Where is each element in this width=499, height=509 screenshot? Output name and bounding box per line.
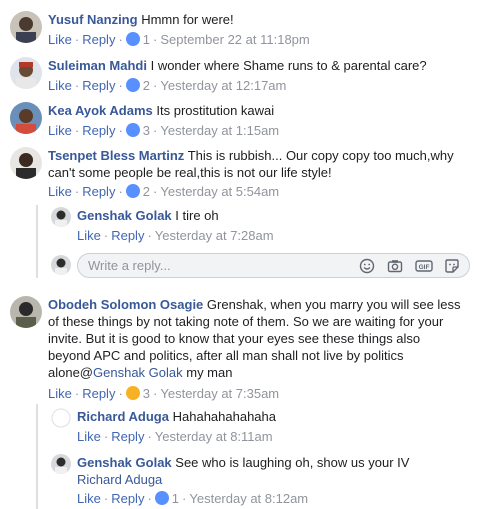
avatar[interactable] [51, 454, 71, 474]
comment-text-line: This is rubbish... Our copy copy too muc… [187, 148, 454, 163]
avatar[interactable] [51, 408, 71, 428]
comment-author[interactable]: Yusuf Nanzing [48, 12, 138, 27]
comment-text: Hahahahahahaha [172, 409, 276, 424]
like-reaction-icon[interactable] [154, 491, 169, 505]
reply-link[interactable]: Reply [82, 78, 115, 93]
comment-author[interactable]: Obodeh Solomon Osagie [48, 297, 203, 312]
emoji-icon[interactable] [359, 258, 375, 274]
comment-author[interactable]: Richard Aduga [77, 409, 169, 424]
comment-text: See who is laughing oh, show us your IV [175, 455, 410, 470]
reply-link[interactable]: Reply [111, 228, 144, 243]
like-link[interactable]: Like [48, 32, 72, 47]
comment-text-line: of these things by not taking note of th… [48, 314, 444, 329]
reply-link[interactable]: Reply [82, 32, 115, 47]
reaction-count[interactable]: 3 [143, 386, 150, 401]
comment-timestamp[interactable]: Yesterday at 1:15am [160, 123, 279, 138]
reply-thread-line [36, 205, 38, 278]
comment-timestamp[interactable]: Yesterday at 7:28am [155, 228, 274, 243]
gif-icon[interactable]: GIF [415, 258, 433, 274]
reaction-count[interactable]: 3 [143, 123, 150, 138]
reply-link[interactable]: Reply [82, 184, 115, 199]
comment-text-line: alone@ [48, 365, 94, 380]
avatar[interactable] [10, 11, 42, 43]
avatar[interactable] [10, 147, 42, 179]
avatar[interactable] [10, 296, 42, 328]
like-link[interactable]: Like [48, 184, 72, 199]
reply-input[interactable] [88, 258, 348, 273]
comment-text: Hmmn for were! [141, 12, 234, 27]
like-link[interactable]: Like [77, 491, 101, 506]
comment-timestamp[interactable]: Yesterday at 7:35am [160, 386, 279, 401]
reply-link[interactable]: Reply [111, 429, 144, 444]
like-link[interactable]: Like [48, 386, 72, 401]
like-link[interactable]: Like [48, 78, 72, 93]
like-link[interactable]: Like [48, 123, 72, 138]
comment-text-line: invite. But it is good to know that your… [48, 331, 421, 346]
reply-thread-line [36, 404, 38, 509]
avatar [51, 255, 71, 275]
sticker-icon[interactable] [444, 258, 460, 274]
reaction-count[interactable]: 1 [172, 491, 179, 506]
comment-timestamp[interactable]: Yesterday at 12:17am [160, 78, 286, 93]
comment-timestamp[interactable]: Yesterday at 5:54am [160, 184, 279, 199]
avatar[interactable] [10, 102, 42, 134]
mention-link[interactable]: Genshak Golak [93, 365, 183, 380]
comment-text: I tire oh [175, 208, 219, 223]
haha-reaction-icon[interactable] [125, 386, 140, 400]
like-reaction-icon[interactable] [125, 32, 140, 46]
like-link[interactable]: Like [77, 228, 101, 243]
like-reaction-icon[interactable] [125, 78, 140, 92]
reply-link[interactable]: Reply [111, 491, 144, 506]
like-reaction-icon[interactable] [125, 184, 140, 198]
like-link[interactable]: Like [77, 429, 101, 444]
comment-text-line: can't some people be real,this is not ou… [48, 165, 332, 180]
comment-text-line: beyond APC and politics, after all man s… [48, 348, 404, 363]
comment-author[interactable]: Tsenpet Bless Martinz [48, 148, 184, 163]
mention-link[interactable]: Richard Aduga [77, 472, 162, 487]
comment-author[interactable]: Suleiman Mahdi [48, 58, 147, 73]
reaction-count[interactable]: 1 [143, 32, 150, 47]
avatar[interactable] [10, 57, 42, 89]
reply-link[interactable]: Reply [82, 123, 115, 138]
reaction-count[interactable]: 2 [143, 184, 150, 199]
comment-timestamp[interactable]: Yesterday at 8:12am [189, 491, 308, 506]
reply-link[interactable]: Reply [82, 386, 115, 401]
comment-timestamp[interactable]: September 22 at 11:18pm [160, 32, 309, 47]
comment-timestamp[interactable]: Yesterday at 8:11am [155, 429, 273, 444]
like-reaction-icon[interactable] [125, 123, 140, 137]
comment-author[interactable]: Genshak Golak [77, 455, 172, 470]
comment-author[interactable]: Kea Ayok Adams [48, 103, 153, 118]
comment-text: I wonder where Shame runs to & parental … [150, 58, 427, 73]
camera-icon[interactable] [387, 258, 403, 274]
comment-text-line: Grenshak, when you marry you will see le… [206, 297, 461, 312]
svg-text:GIF: GIF [419, 264, 430, 271]
avatar[interactable] [51, 207, 71, 227]
reply-composer[interactable]: GIF [77, 253, 470, 278]
comment-author[interactable]: Genshak Golak [77, 208, 172, 223]
comment-text: Its prostitution kawai [156, 103, 275, 118]
comment-text-line: my man [182, 365, 233, 380]
reaction-count[interactable]: 2 [143, 78, 150, 93]
